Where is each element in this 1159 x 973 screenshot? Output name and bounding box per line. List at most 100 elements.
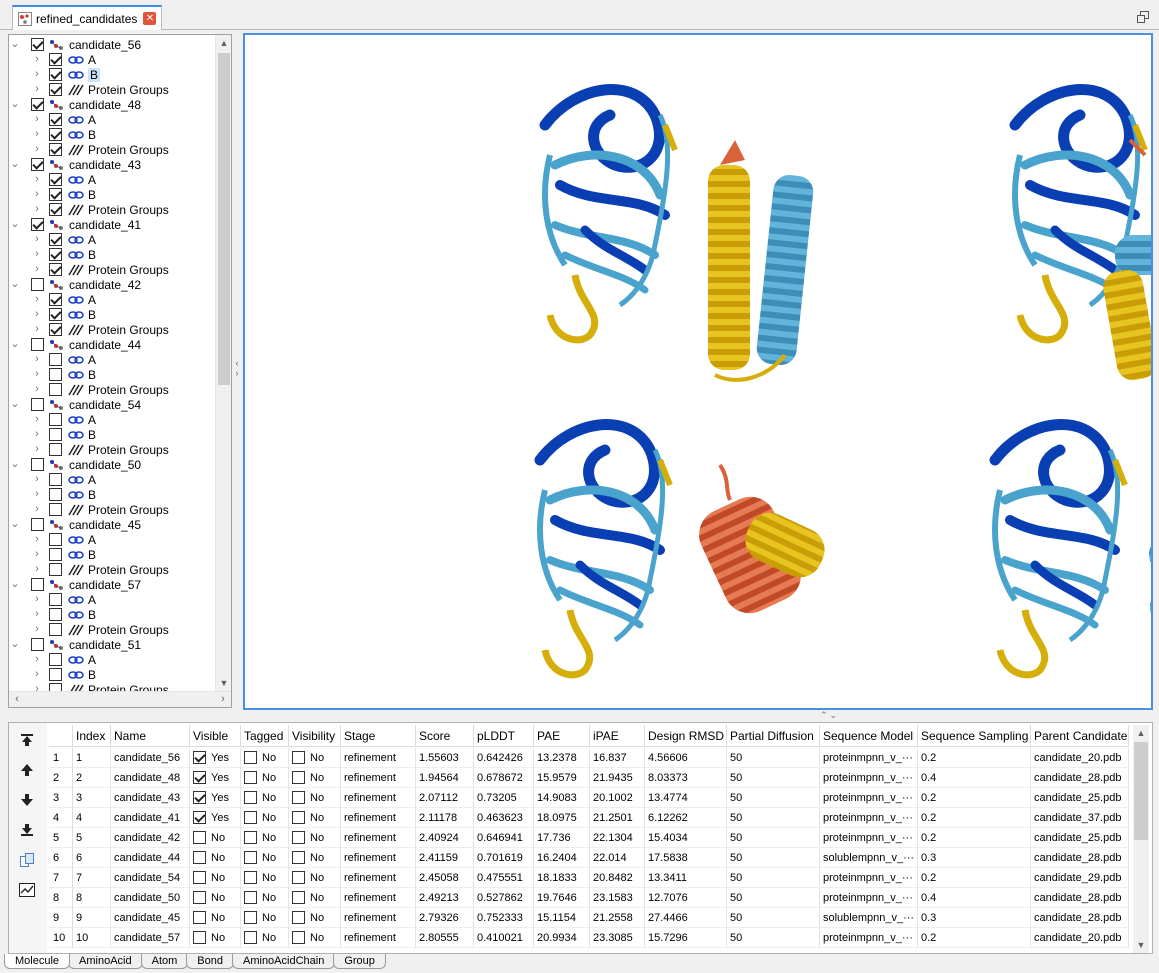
expand-chevron-icon[interactable]: ›: [31, 127, 43, 142]
plot-icon[interactable]: [18, 881, 36, 899]
tree-item-protein-groups[interactable]: › Protein Groups: [9, 142, 215, 157]
tagged-checkbox[interactable]: [244, 911, 257, 924]
tree-item-protein-groups[interactable]: › Protein Groups: [9, 262, 215, 277]
tree-item-candidate[interactable]: ⌄ candidate_45: [9, 517, 215, 532]
chain-checkbox[interactable]: [49, 188, 62, 201]
tree-item-chain[interactable]: › A: [9, 472, 215, 487]
group-checkbox[interactable]: [49, 383, 62, 396]
group-checkbox[interactable]: [49, 323, 62, 336]
expand-chevron-icon[interactable]: ›: [31, 562, 43, 577]
tagged-checkbox[interactable]: [244, 891, 257, 904]
visibility-checkbox[interactable]: [292, 911, 305, 924]
column-header[interactable]: Visible: [190, 725, 241, 747]
restore-window-icon[interactable]: [1137, 11, 1149, 23]
candidate-checkbox[interactable]: [31, 578, 44, 591]
tagged-checkbox[interactable]: [244, 771, 257, 784]
expand-chevron-icon[interactable]: ›: [31, 142, 43, 157]
tree-item-protein-groups[interactable]: › Protein Groups: [9, 502, 215, 517]
tagged-checkbox[interactable]: [244, 871, 257, 884]
column-header[interactable]: Stage: [341, 725, 416, 747]
tab-bond[interactable]: Bond: [186, 954, 234, 969]
tree-item-chain[interactable]: › B: [9, 67, 215, 82]
tree-item-protein-groups[interactable]: › Protein Groups: [9, 382, 215, 397]
tree-item-protein-groups[interactable]: › Protein Groups: [9, 82, 215, 97]
chain-checkbox[interactable]: [49, 173, 62, 186]
table-row[interactable]: 4 4 candidate_41 Yes No No refinement 2.11178 0.…: [49, 808, 1129, 828]
scroll-right-icon[interactable]: ›: [215, 692, 231, 707]
group-checkbox[interactable]: [49, 143, 62, 156]
group-checkbox[interactable]: [49, 83, 62, 96]
collapse-chevron-icon[interactable]: ⌄: [9, 577, 21, 592]
expand-chevron-icon[interactable]: ›: [31, 322, 43, 337]
tree-item-chain[interactable]: › B: [9, 367, 215, 382]
column-header[interactable]: Name: [111, 725, 190, 747]
tree-item-chain[interactable]: › A: [9, 532, 215, 547]
tree-horizontal-scrollbar[interactable]: ‹ ›: [9, 691, 231, 707]
results-grid[interactable]: Index Name Visible Tagged Visibility Stage Sco…: [49, 725, 1133, 953]
structure-viewer[interactable]: [243, 33, 1153, 710]
collapse-chevron-icon[interactable]: ⌄: [9, 457, 21, 472]
tree-item-chain[interactable]: › B: [9, 667, 215, 682]
candidate-checkbox[interactable]: [31, 278, 44, 291]
expand-chevron-icon[interactable]: ›: [31, 112, 43, 127]
chain-checkbox[interactable]: [49, 593, 62, 606]
chain-checkbox[interactable]: [49, 353, 62, 366]
expand-chevron-icon[interactable]: ›: [31, 262, 43, 277]
tab-group[interactable]: Group: [333, 954, 386, 969]
tree-vertical-scrollbar[interactable]: ▲ ▼: [215, 35, 231, 691]
tree-item-candidate[interactable]: ⌄ candidate_48: [9, 97, 215, 112]
chain-checkbox[interactable]: [49, 473, 62, 486]
column-header[interactable]: iPAE: [590, 725, 645, 747]
expand-chevron-icon[interactable]: ›: [31, 592, 43, 607]
group-checkbox[interactable]: [49, 263, 62, 276]
chain-checkbox[interactable]: [49, 368, 62, 381]
scroll-down-icon[interactable]: ▼: [1133, 937, 1149, 953]
expand-chevron-icon[interactable]: ›: [31, 487, 43, 502]
column-header[interactable]: Design RMSD: [645, 725, 727, 747]
tab-aminoacidchain[interactable]: AminoAcidChain: [232, 954, 336, 969]
group-checkbox[interactable]: [49, 203, 62, 216]
column-header[interactable]: Index: [73, 725, 111, 747]
tab-atom[interactable]: Atom: [140, 954, 189, 969]
tree-item-candidate[interactable]: ⌄ candidate_44: [9, 337, 215, 352]
expand-chevron-icon[interactable]: ›: [31, 607, 43, 622]
tagged-checkbox[interactable]: [244, 791, 257, 804]
tree-item-chain[interactable]: › B: [9, 247, 215, 262]
expand-chevron-icon[interactable]: ›: [31, 82, 43, 97]
tree-item-candidate[interactable]: ⌄ candidate_42: [9, 277, 215, 292]
scroll-left-icon[interactable]: ‹: [9, 692, 25, 707]
expand-chevron-icon[interactable]: ›: [31, 382, 43, 397]
tree-item-chain[interactable]: › B: [9, 187, 215, 202]
candidate-checkbox[interactable]: [31, 38, 44, 51]
tagged-checkbox[interactable]: [244, 851, 257, 864]
collapse-chevron-icon[interactable]: ⌄: [9, 637, 21, 652]
tab-aminoacid[interactable]: AminoAcid: [68, 954, 143, 969]
visible-checkbox[interactable]: [193, 751, 206, 764]
tree-item-protein-groups[interactable]: › Protein Groups: [9, 442, 215, 457]
tagged-checkbox[interactable]: [244, 831, 257, 844]
tree-item-candidate[interactable]: ⌄ candidate_54: [9, 397, 215, 412]
collapse-chevron-icon[interactable]: ⌄: [9, 337, 21, 352]
collapse-chevron-icon[interactable]: ⌄: [9, 37, 21, 52]
collapse-chevron-icon[interactable]: ⌄: [9, 517, 21, 532]
table-row[interactable]: 10 10 candidate_57 No No No refinement 2.80555 0…: [49, 928, 1129, 948]
tagged-checkbox[interactable]: [244, 811, 257, 824]
visible-checkbox[interactable]: [193, 891, 206, 904]
scroll-down-icon[interactable]: ▼: [216, 675, 231, 691]
table-row[interactable]: 5 5 candidate_42 No No No refinement 2.40924 0.6…: [49, 828, 1129, 848]
chain-checkbox[interactable]: [49, 128, 62, 141]
visible-checkbox[interactable]: [193, 911, 206, 924]
tree-item-chain[interactable]: › A: [9, 232, 215, 247]
tree-item-chain[interactable]: › B: [9, 307, 215, 322]
visible-checkbox[interactable]: [193, 851, 206, 864]
tree-item-chain[interactable]: › A: [9, 172, 215, 187]
tree-item-candidate[interactable]: ⌄ candidate_41: [9, 217, 215, 232]
group-checkbox[interactable]: [49, 563, 62, 576]
candidate-checkbox[interactable]: [31, 398, 44, 411]
move-to-top-icon[interactable]: [18, 731, 36, 749]
candidate-checkbox[interactable]: [31, 218, 44, 231]
expand-chevron-icon[interactable]: ›: [31, 52, 43, 67]
move-up-icon[interactable]: [18, 761, 36, 779]
collapse-chevron-icon[interactable]: ⌄: [9, 157, 21, 172]
tree-item-candidate[interactable]: ⌄ candidate_50: [9, 457, 215, 472]
